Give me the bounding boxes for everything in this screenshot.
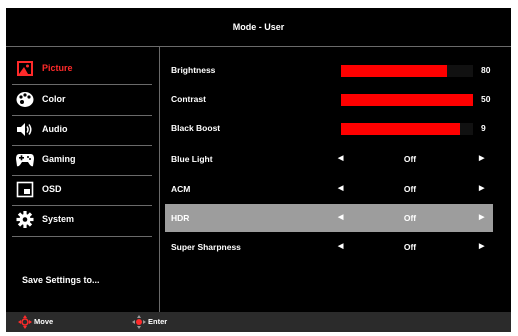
setting-row-acm[interactable]: ACM ◀ Off ▶: [165, 175, 493, 203]
osd-menu: Mode - User Picture Color Audio Gaming O…: [6, 8, 511, 332]
setting-value: 9: [481, 123, 486, 133]
sidebar-item-picture[interactable]: Picture: [6, 54, 158, 83]
setting-label: Blue Light: [171, 154, 213, 164]
arrow-right-icon[interactable]: ▶: [479, 145, 484, 173]
setting-value: Off: [403, 213, 417, 223]
arrow-left-icon[interactable]: ◀: [338, 233, 343, 261]
arrow-right-icon[interactable]: ▶: [479, 175, 484, 203]
arrow-left-icon[interactable]: ◀: [338, 175, 343, 203]
setting-label: Super Sharpness: [171, 242, 241, 252]
speaker-icon: [17, 123, 32, 136]
footer-bar: Move Enter: [6, 312, 511, 332]
setting-label: HDR: [171, 213, 190, 223]
setting-value: 80: [481, 65, 491, 75]
setting-value: Off: [403, 184, 417, 194]
menu-title: Mode - User: [232, 22, 285, 32]
move-label: Move: [34, 317, 54, 326]
slider-fill: [341, 123, 460, 135]
palette-icon: [16, 92, 34, 107]
contrast-slider[interactable]: [341, 94, 473, 106]
sidebar-item-gaming[interactable]: Gaming: [6, 145, 158, 174]
setting-row-black-boost[interactable]: Black Boost 9: [165, 114, 493, 142]
arrow-right-icon[interactable]: ▶: [479, 233, 484, 261]
sidebar-item-system[interactable]: System: [6, 205, 158, 234]
slider-fill: [341, 94, 473, 106]
sidebar-separator: [12, 236, 152, 237]
picture-icon: [17, 61, 33, 76]
arrow-left-icon[interactable]: ◀: [338, 204, 343, 232]
dpad-move-icon: [18, 315, 32, 329]
sidebar-item-label: Gaming: [42, 154, 76, 164]
gear-icon: [16, 211, 34, 228]
sidebar-item-label: System: [42, 214, 75, 224]
setting-row-blue-light[interactable]: Blue Light ◀ Off ▶: [165, 145, 493, 173]
brightness-slider[interactable]: [341, 65, 473, 77]
osd-window-icon: [16, 181, 34, 198]
sidebar-item-osd[interactable]: OSD: [6, 175, 158, 204]
arrow-right-icon[interactable]: ▶: [479, 204, 484, 232]
setting-label: ACM: [171, 184, 191, 194]
save-settings-button[interactable]: Save Settings to...: [22, 275, 100, 285]
sidebar-item-label: OSD: [42, 184, 62, 194]
setting-value: Off: [403, 242, 417, 252]
setting-row-super-sharpness[interactable]: Super Sharpness ◀ Off ▶: [165, 233, 493, 261]
setting-row-hdr[interactable]: HDR ◀ Off ▶: [165, 204, 493, 232]
setting-value: 50: [481, 94, 491, 104]
setting-label: Contrast: [171, 94, 206, 104]
gamepad-icon: [16, 154, 34, 167]
sidebar-item-label: Picture: [42, 63, 73, 73]
black-boost-slider[interactable]: [341, 123, 473, 135]
sidebar-item-label: Color: [42, 94, 66, 104]
dpad-enter-icon: [132, 315, 146, 329]
enter-label: Enter: [148, 317, 168, 326]
sidebar-item-audio[interactable]: Audio: [6, 115, 158, 144]
slider-fill: [341, 65, 447, 77]
sidebar-divider: [159, 47, 160, 312]
setting-row-contrast[interactable]: Contrast 50: [165, 85, 493, 113]
setting-label: Brightness: [171, 65, 216, 75]
setting-label: Black Boost: [171, 123, 221, 133]
title-divider: [6, 46, 511, 47]
arrow-left-icon[interactable]: ◀: [338, 145, 343, 173]
setting-value: Off: [403, 154, 417, 164]
setting-row-brightness[interactable]: Brightness 80: [165, 56, 493, 84]
sidebar-item-label: Audio: [42, 124, 68, 134]
sidebar-item-color[interactable]: Color: [6, 85, 158, 114]
